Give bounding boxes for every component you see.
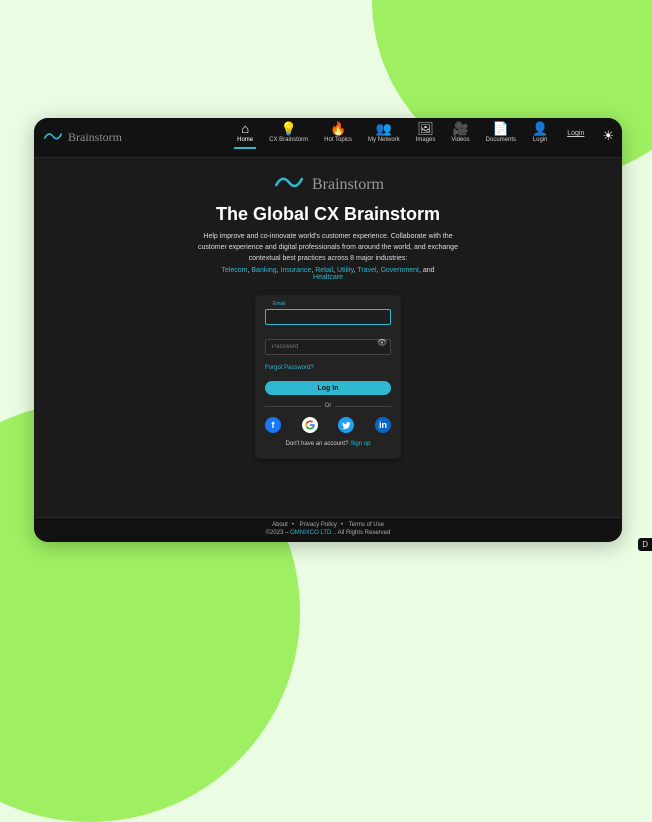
nav-label: Home bbox=[237, 137, 253, 143]
email-label: Email bbox=[271, 301, 288, 307]
nav-label: CX Brainstorm bbox=[269, 137, 308, 143]
google-button[interactable] bbox=[302, 417, 318, 433]
signup-line: Don't have an account? Sign up bbox=[265, 441, 391, 447]
industry-link[interactable]: Banking bbox=[251, 267, 276, 274]
footer-about[interactable]: About bbox=[272, 522, 288, 528]
nav-label: My Network bbox=[368, 137, 400, 143]
sun-icon: ☀ bbox=[602, 128, 614, 143]
linkedin-icon: in bbox=[379, 420, 387, 430]
nav-documents[interactable]: 📄 Documents bbox=[483, 122, 519, 147]
industry-link[interactable]: Government bbox=[380, 267, 419, 274]
industry-link[interactable]: Retail bbox=[315, 267, 333, 274]
industry-link[interactable]: Utility bbox=[337, 267, 354, 274]
email-field[interactable] bbox=[265, 309, 391, 325]
video-icon: 🎥 bbox=[452, 122, 468, 135]
facebook-button[interactable]: f bbox=[265, 417, 281, 433]
password-field[interactable] bbox=[265, 339, 391, 355]
login-card: Email 👁 Forgot Password? Log In Or f in bbox=[255, 295, 401, 460]
logo-icon bbox=[272, 172, 306, 198]
nav-label: Images bbox=[416, 137, 436, 143]
rights-text: . All Rights Reserved bbox=[333, 530, 390, 536]
page-title: The Global CX Brainstorm bbox=[216, 204, 440, 225]
fire-icon: 🔥 bbox=[330, 122, 346, 135]
login-link[interactable]: Login bbox=[567, 130, 584, 137]
industry-link[interactable]: Telecom bbox=[221, 267, 247, 274]
social-row: f in bbox=[265, 417, 391, 433]
industries-and: , and bbox=[419, 267, 435, 274]
nav-label: Login bbox=[533, 137, 548, 143]
nav-list: ⌂ Home 💡 CX Brainstorm 🔥 Hot Topics 👥 My Net… bbox=[234, 118, 614, 157]
industry-link[interactable]: Travel bbox=[357, 267, 376, 274]
company-name[interactable]: OMNIXCO LTD. bbox=[290, 530, 333, 536]
or-divider: Or bbox=[265, 403, 391, 409]
industry-link[interactable]: Healtcare bbox=[313, 274, 343, 281]
hero-logo-text: Brainstorm bbox=[312, 176, 384, 194]
footer: About• Privacy Policy• Terms of Use ©202… bbox=[34, 517, 622, 542]
copyright-prefix: ©2023 – bbox=[266, 530, 290, 536]
nav-videos[interactable]: 🎥 Videos bbox=[448, 122, 472, 147]
industry-link[interactable]: Insurance bbox=[281, 267, 312, 274]
industries-line: Telecom, Banking, Insurance, Retail, Uti… bbox=[221, 267, 434, 281]
theme-toggle[interactable]: ☀ bbox=[602, 128, 614, 144]
main-content: Brainstorm The Global CX Brainstorm Help… bbox=[34, 158, 622, 517]
footer-terms[interactable]: Terms of Use bbox=[349, 522, 384, 528]
facebook-icon: f bbox=[272, 420, 275, 430]
nav-home[interactable]: ⌂ Home bbox=[234, 122, 256, 149]
twitter-button[interactable] bbox=[338, 417, 354, 433]
nav-cx-brainstorm[interactable]: 💡 CX Brainstorm bbox=[266, 122, 311, 147]
logo-icon bbox=[42, 129, 64, 147]
people-icon: 👥 bbox=[376, 122, 392, 135]
hero-logo: Brainstorm bbox=[272, 172, 384, 198]
eye-icon[interactable]: 👁 bbox=[377, 338, 387, 347]
app-window: Brainstorm ⌂ Home 💡 CX Brainstorm 🔥 Hot Top… bbox=[34, 118, 622, 542]
login-button[interactable]: Log In bbox=[265, 381, 391, 395]
google-icon bbox=[305, 420, 315, 430]
topbar: Brainstorm ⌂ Home 💡 CX Brainstorm 🔥 Hot Top… bbox=[34, 118, 622, 158]
brand-name: Brainstorm bbox=[68, 130, 122, 145]
nav-images[interactable]: 🖼 Images bbox=[413, 122, 439, 147]
signup-link[interactable]: Sign up bbox=[350, 441, 370, 447]
corner-badge: D bbox=[638, 538, 652, 551]
nav-login[interactable]: 👤 Login bbox=[529, 122, 551, 147]
nav-my-network[interactable]: 👥 My Network bbox=[365, 122, 403, 147]
image-icon: 🖼 bbox=[417, 122, 434, 135]
email-field-wrap: Email bbox=[265, 305, 391, 325]
twitter-icon bbox=[342, 421, 351, 430]
footer-privacy[interactable]: Privacy Policy bbox=[300, 522, 337, 528]
bulb-icon: 💡 bbox=[281, 122, 297, 135]
linkedin-button[interactable]: in bbox=[375, 417, 391, 433]
home-icon: ⌂ bbox=[241, 122, 249, 135]
page-subtitle: Help improve and co-innovate world's cus… bbox=[198, 231, 458, 265]
forgot-password-link[interactable]: Forgot Password? bbox=[265, 365, 391, 371]
nav-hot-topics[interactable]: 🔥 Hot Topics bbox=[321, 122, 355, 147]
document-icon: 📄 bbox=[493, 122, 509, 135]
password-field-wrap: 👁 bbox=[265, 335, 391, 355]
nav-label: Videos bbox=[451, 137, 469, 143]
brand-logo[interactable]: Brainstorm bbox=[42, 129, 122, 147]
nav-label: Hot Topics bbox=[324, 137, 352, 143]
nav-label: Documents bbox=[486, 137, 516, 143]
user-icon: 👤 bbox=[532, 122, 548, 135]
